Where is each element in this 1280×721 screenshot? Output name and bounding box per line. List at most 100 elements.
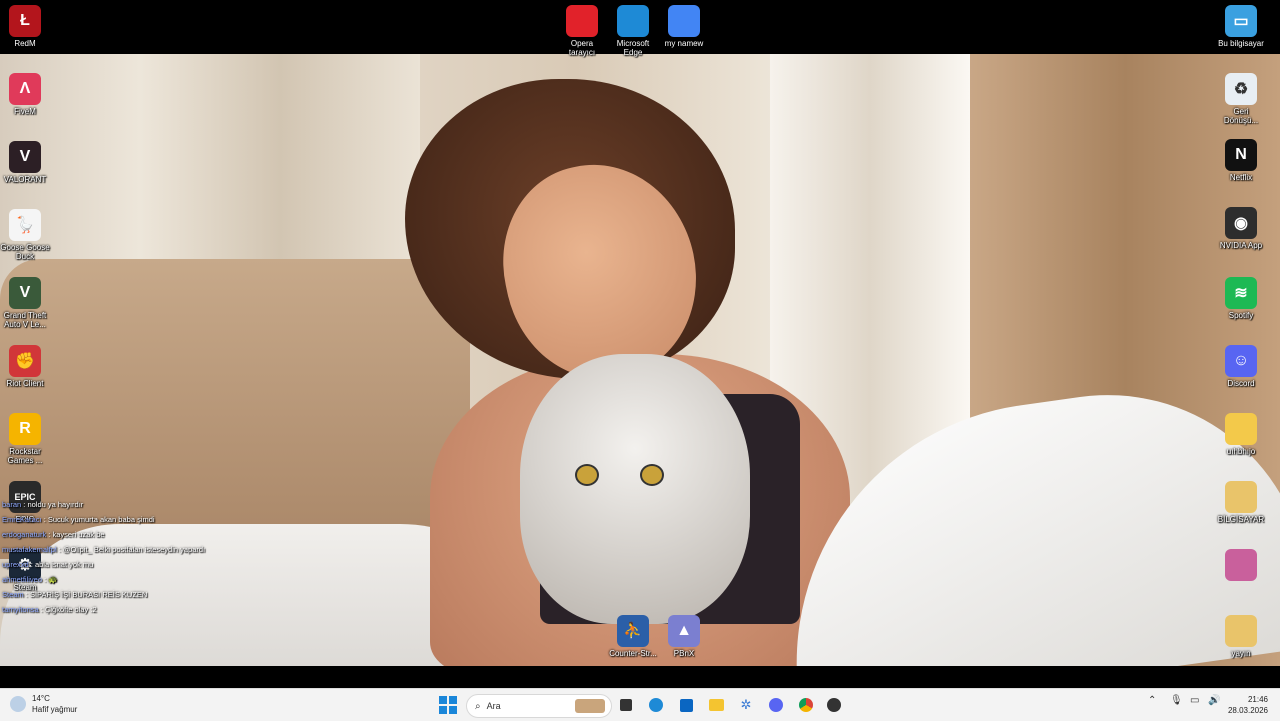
desktop-shortcut[interactable]: yayın [1209, 615, 1273, 658]
chat-text: : Sucuk yumurta akan baba şimdi [41, 515, 155, 524]
store-icon [679, 698, 693, 712]
clock-date: 28.03.2026 [1227, 706, 1268, 715]
taskbar-search[interactable]: ⌕ Ara [466, 694, 612, 718]
weather-icon [10, 696, 26, 712]
task-view-icon [620, 699, 632, 711]
chat-username: baran [2, 500, 22, 509]
cat-eye-right [640, 464, 664, 486]
recycle-bin-icon: ♻ [1225, 73, 1257, 105]
desktop-shortcut-label: NVIDIA App [1219, 241, 1263, 250]
netflix-icon: N [1225, 139, 1257, 171]
desktop-shortcut-label: VALORANT [3, 175, 47, 184]
desktop-shortcut[interactable]: BİLGİSAYAR [1209, 481, 1273, 524]
chat-username: tarnyitonsa [2, 605, 39, 614]
taskbar-file-explorer[interactable] [706, 695, 726, 715]
riot-icon: ✊ [9, 345, 41, 377]
desktop-shortcut-label: yayın [1231, 649, 1251, 658]
desktop-shortcut[interactable]: my namew [652, 5, 716, 48]
desktop-shortcut-label: Riot Client [6, 379, 44, 388]
taskbar-task-view[interactable] [616, 695, 636, 715]
windows-logo-icon [439, 696, 457, 714]
desktop-shortcut[interactable] [1209, 549, 1273, 583]
folder-yayin-icon [1225, 615, 1257, 647]
desktop-shortcut[interactable]: ▭ Bu bilgisayar [1209, 5, 1273, 48]
search-input[interactable]: Ara [487, 701, 501, 711]
desktop-shortcut-label: uıhbhıjo [1226, 447, 1256, 456]
desktop-shortcut-label: Rockstar Games ... [7, 447, 43, 465]
cat-eye-left [575, 464, 599, 486]
fivem-icon: Λ [9, 73, 41, 105]
goose-icon: 🪿 [9, 209, 41, 241]
chat-username: uprexxd [2, 560, 29, 569]
nvidia-icon: ◉ [1225, 207, 1257, 239]
taskbar-settings[interactable]: ✲ [736, 695, 756, 715]
folder-icon [1225, 413, 1257, 445]
folder-icon [708, 699, 724, 711]
desktop-shortcut-label: PBnX [673, 649, 695, 658]
desktop-shortcut-label: my namew [664, 39, 704, 48]
desktop-shortcut[interactable]: ≋ Spotify [1209, 277, 1273, 320]
desktop-shortcut-label: Bu bilgisayar [1218, 39, 1264, 48]
cat [520, 354, 750, 624]
stream-chat-overlay: baran : noldu ya hayırdır EmreKaracı : Su… [2, 497, 262, 617]
chat-username: erdoganaturk [2, 530, 47, 539]
chat-text: : @Olipit_ Belki postfalan isteseydin ya… [56, 545, 206, 554]
chat-username: Steam [2, 590, 24, 599]
desktop-shortcut[interactable]: Ł RedM [0, 5, 57, 48]
chat-text: : abla isnat yok mu [28, 560, 94, 569]
tray-overflow-icon[interactable]: ⌃ [1148, 695, 1156, 706]
desktop-shortcut-label: Netflix [1229, 173, 1253, 182]
taskbar-app[interactable] [824, 695, 844, 715]
clock-time: 21:46 [1247, 695, 1268, 704]
chat-message: EmreKaracı : Sucuk yumurta akan baba şim… [2, 512, 262, 527]
image-file-icon [1225, 549, 1257, 581]
desktop-shortcut[interactable]: ✊ Riot Client [0, 345, 57, 388]
desktop-shortcut[interactable]: 🪿 Goose Goose Duck [0, 209, 57, 261]
desktop-shortcut[interactable]: ◉ NVIDIA App [1209, 207, 1273, 250]
spotify-icon: ≋ [1225, 277, 1257, 309]
chat-message: ahmetfiliveo : 🐢 [2, 572, 262, 587]
chrome-icon [799, 698, 813, 712]
desktop-shortcut[interactable]: N Netflix [1209, 139, 1273, 182]
chat-username: ahmetfiliveo [2, 575, 43, 584]
microphone-icon[interactable]: 🎙 [1170, 695, 1183, 706]
valorant-icon: V [9, 141, 41, 173]
desktop-shortcut[interactable]: ▲ PBnX [652, 615, 716, 658]
desktop-shortcut-label: Geri Dönüşü... [1223, 107, 1259, 125]
desktop-shortcut-label: Spotify [1228, 311, 1254, 320]
network-icon[interactable]: ▭ [1190, 695, 1199, 706]
chat-message: mustafakemalfpl : @Olipit_ Belki postfal… [2, 542, 262, 557]
edge-icon [617, 5, 649, 37]
taskbar-discord[interactable] [766, 695, 786, 715]
search-highlight-icon [575, 699, 605, 713]
search-icon: ⌕ [475, 700, 481, 712]
desktop-shortcut-label: BİLGİSAYAR [1217, 515, 1265, 524]
volume-icon[interactable]: 🔊 [1208, 695, 1220, 706]
desktop-shortcut-label: FiveM [14, 107, 36, 116]
chat-text: : SİPARİŞ İŞİ BURASI REİS KUZEN [23, 590, 148, 599]
chat-username: mustafakemalfpl [2, 545, 57, 554]
desktop-shortcut[interactable]: R Rockstar Games ... [0, 413, 57, 465]
app-icon [827, 698, 841, 712]
desktop-shortcut[interactable]: V Grand Theft Auto V Le... [0, 277, 57, 329]
chat-message: tarnyitonsa : Çiğköfte olay :2 [2, 602, 262, 617]
desktop-shortcut[interactable]: uıhbhıjo [1209, 413, 1273, 456]
discord-icon [769, 698, 783, 712]
taskbar-chrome[interactable] [796, 695, 816, 715]
gear-icon: ✲ [740, 697, 752, 712]
chat-text: : 🐢 [42, 575, 58, 584]
clock[interactable]: 21:46 28.03.2026 [1228, 694, 1268, 716]
computer-icon: ▭ [1225, 5, 1257, 37]
desktop-shortcut[interactable]: Λ FiveM [0, 73, 57, 116]
rockstar-icon: R [9, 413, 41, 445]
desktop-shortcut-label: RedM [14, 39, 36, 48]
desktop-shortcut[interactable]: ☺ Discord [1209, 345, 1273, 388]
desktop-shortcut[interactable]: ♻ Geri Dönüşü... [1209, 73, 1273, 125]
weather-desc: Hafif yağmur [32, 705, 78, 714]
taskbar-store[interactable] [676, 695, 696, 715]
weather-widget[interactable]: 14°C Hafif yağmur [10, 693, 77, 715]
desktop-shortcut[interactable]: V VALORANT [0, 141, 57, 184]
start-button[interactable] [438, 695, 458, 715]
opera-icon [566, 5, 598, 37]
taskbar-edge[interactable] [646, 695, 666, 715]
